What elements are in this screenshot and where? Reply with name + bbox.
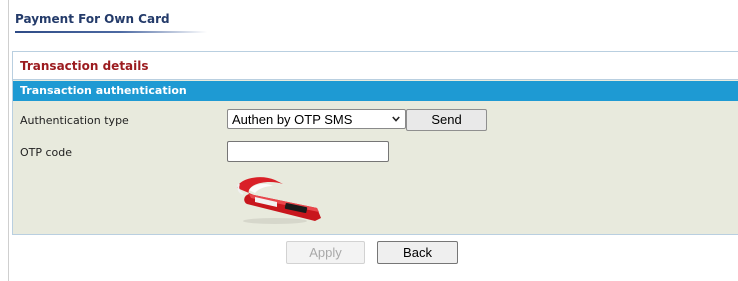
page: Payment For Own Card Transaction details… xyxy=(0,0,738,281)
title-underline xyxy=(15,31,207,33)
auth-type-selected-value: Authen by OTP SMS xyxy=(232,112,353,127)
section-title: Transaction authentication xyxy=(20,84,187,97)
chevron-down-icon xyxy=(392,116,400,122)
panel-header: Transaction details xyxy=(13,52,738,80)
apply-button[interactable]: Apply xyxy=(286,241,365,264)
auth-type-label: Authentication type xyxy=(20,114,129,127)
section-header: Transaction authentication xyxy=(13,81,738,101)
otp-code-label: OTP code xyxy=(20,146,73,159)
otp-code-input[interactable] xyxy=(227,141,389,162)
page-title: Payment For Own Card xyxy=(15,12,170,26)
otp-token-icon xyxy=(237,177,321,224)
frame-border xyxy=(8,0,9,281)
send-button[interactable]: Send xyxy=(406,109,487,131)
panel-title: Transaction details xyxy=(20,59,149,73)
back-button[interactable]: Back xyxy=(377,241,458,264)
auth-type-select[interactable]: Authen by OTP SMS xyxy=(227,109,406,129)
transaction-panel: Transaction details Transaction authenti… xyxy=(12,51,738,235)
